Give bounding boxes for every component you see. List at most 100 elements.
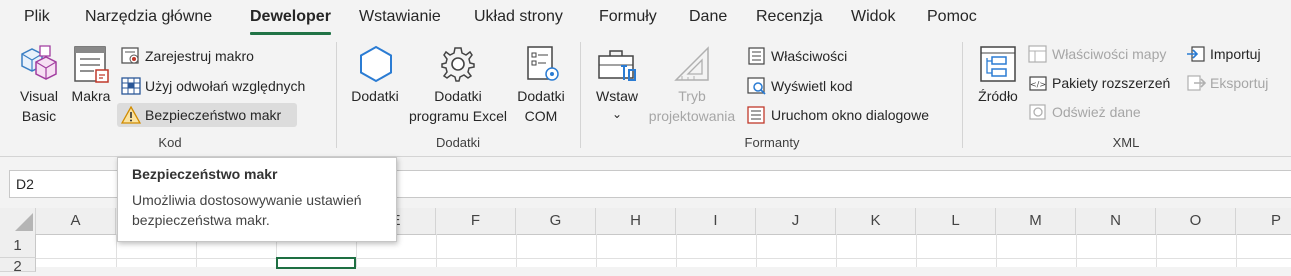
record-macro-icon (121, 47, 139, 64)
chevron-down-icon: ⌄ (611, 107, 623, 121)
add-ins-icon (360, 45, 392, 83)
relative-references-label: Użyj odwołań względnych (145, 78, 306, 94)
makra-label: Makra (71, 88, 111, 104)
ribbon: Visual Basic Makra Zarejestruj makro Uży… (0, 36, 1291, 157)
run-dialog-label: Uruchom okno dialogowe (771, 107, 929, 123)
excel-add-ins-label-1: Dodatki (434, 88, 482, 104)
group-label-xml: XML (1112, 135, 1140, 150)
com-add-ins-label-1: Dodatki (517, 88, 565, 104)
row-header[interactable]: 1 (0, 234, 36, 258)
tab-dane[interactable]: Dane (689, 8, 727, 26)
design-mode-icon (674, 46, 709, 81)
column-header[interactable]: L (916, 208, 996, 234)
gridline (836, 234, 837, 267)
column-header[interactable]: M (996, 208, 1076, 234)
properties-label: Właściwości (771, 48, 848, 64)
excel-add-ins-label-2: programu Excel (408, 108, 508, 124)
refresh-data-label: Odśwież dane (1052, 104, 1141, 120)
export-icon (1187, 75, 1206, 91)
view-code-button[interactable]: Wyświetl kod (743, 74, 853, 98)
xml-source-label: Źródło (978, 88, 1018, 104)
tab-pomoc[interactable]: Pomoc (927, 8, 977, 26)
expansion-packs-icon: </> (1029, 76, 1047, 91)
column-header[interactable]: J (756, 208, 836, 234)
gridline (1236, 234, 1237, 267)
relative-references-icon (121, 77, 141, 95)
group-label-formanty: Formanty (744, 135, 800, 150)
xml-source-icon (980, 46, 1016, 82)
column-header[interactable]: N (1076, 208, 1156, 234)
map-properties-icon (1028, 45, 1047, 63)
run-dialog-button[interactable]: Uruchom okno dialogowe (743, 103, 929, 127)
com-add-ins-icon (527, 46, 559, 81)
tooltip-title: Bezpieczeństwo makr (132, 166, 278, 182)
record-macro-button[interactable]: Zarejestruj makro (117, 44, 254, 68)
column-header[interactable]: G (516, 208, 596, 234)
gridline (916, 234, 917, 267)
refresh-icon (1029, 104, 1046, 120)
column-header[interactable]: P (1236, 208, 1291, 234)
record-macro-label: Zarejestruj makro (145, 48, 254, 64)
design-mode-label-1: Tryb (678, 88, 706, 104)
group-label-dodatki: Dodatki (435, 135, 481, 150)
export-button[interactable]: Eksportuj (1182, 71, 1268, 95)
design-mode-label-2: projektowania (648, 108, 736, 124)
expansion-packs-label: Pakiety rozszerzeń (1052, 75, 1171, 91)
run-dialog-icon (747, 106, 765, 124)
gridline (996, 234, 997, 267)
gridline (516, 234, 517, 267)
column-header[interactable]: H (596, 208, 676, 234)
row-header[interactable]: 2 (0, 258, 36, 275)
expansion-packs-button[interactable]: </> Pakiety rozszerzeń (1024, 71, 1170, 95)
visual-basic-label-2: Basic (21, 108, 57, 124)
relative-references-button[interactable]: Użyj odwołań względnych (117, 74, 305, 98)
map-properties-label: Właściwości mapy (1052, 46, 1167, 62)
group-separator (580, 42, 581, 148)
formula-input[interactable] (360, 170, 1291, 198)
warning-icon (121, 106, 141, 124)
column-header[interactable]: A (36, 208, 116, 234)
tooltip: Bezpieczeństwo makr Umożliwia dostosowyw… (117, 157, 397, 242)
selected-cell[interactable] (276, 257, 356, 269)
group-label-kod: Kod (158, 135, 182, 150)
insert-control-label: Wstaw (596, 88, 638, 104)
gear-icon (441, 47, 475, 82)
group-separator (336, 42, 337, 148)
tab-uklad-strony[interactable]: Układ strony (474, 8, 563, 26)
import-icon (1187, 46, 1205, 62)
properties-button[interactable]: Właściwości (743, 44, 847, 68)
select-all-icon (15, 213, 33, 231)
macro-security-label: Bezpieczeństwo makr (145, 107, 282, 123)
tooltip-body: Umożliwia dostosowywanie ustawień bezpie… (132, 192, 362, 228)
map-properties-button[interactable]: Właściwości mapy (1024, 42, 1166, 66)
tab-wstawianie[interactable]: Wstawianie (359, 8, 441, 26)
macros-icon (74, 46, 109, 83)
gridline (36, 258, 1291, 259)
visual-basic-label-1: Visual (20, 88, 58, 104)
view-code-icon (747, 77, 766, 95)
visual-basic-icon (21, 45, 57, 80)
tab-plik[interactable]: Plik (24, 8, 50, 26)
column-header[interactable]: I (676, 208, 756, 234)
refresh-data-button[interactable]: Odśwież dane (1024, 100, 1141, 124)
add-ins-label: Dodatki (351, 88, 399, 104)
column-header[interactable]: O (1156, 208, 1236, 234)
column-header[interactable]: F (436, 208, 516, 234)
import-button[interactable]: Importuj (1182, 42, 1261, 66)
tab-widok[interactable]: Widok (851, 8, 895, 26)
select-all-corner[interactable] (0, 208, 36, 234)
import-label: Importuj (1210, 46, 1261, 62)
gridline (756, 234, 757, 267)
gridline (596, 234, 597, 267)
tab-deweloper[interactable]: Deweloper (250, 8, 331, 35)
tab-formuly[interactable]: Formuły (599, 8, 657, 26)
tab-recenzja[interactable]: Recenzja (756, 8, 823, 26)
tab-narzedzia-glowne[interactable]: Narzędzia główne (85, 8, 212, 26)
macro-security-button[interactable]: Bezpieczeństwo makr (117, 103, 297, 127)
column-header[interactable]: K (836, 208, 916, 234)
export-label: Eksportuj (1210, 75, 1269, 91)
toolbox-icon (598, 50, 636, 81)
gridline (436, 234, 437, 267)
gridline (1156, 234, 1157, 267)
gridline (676, 234, 677, 267)
